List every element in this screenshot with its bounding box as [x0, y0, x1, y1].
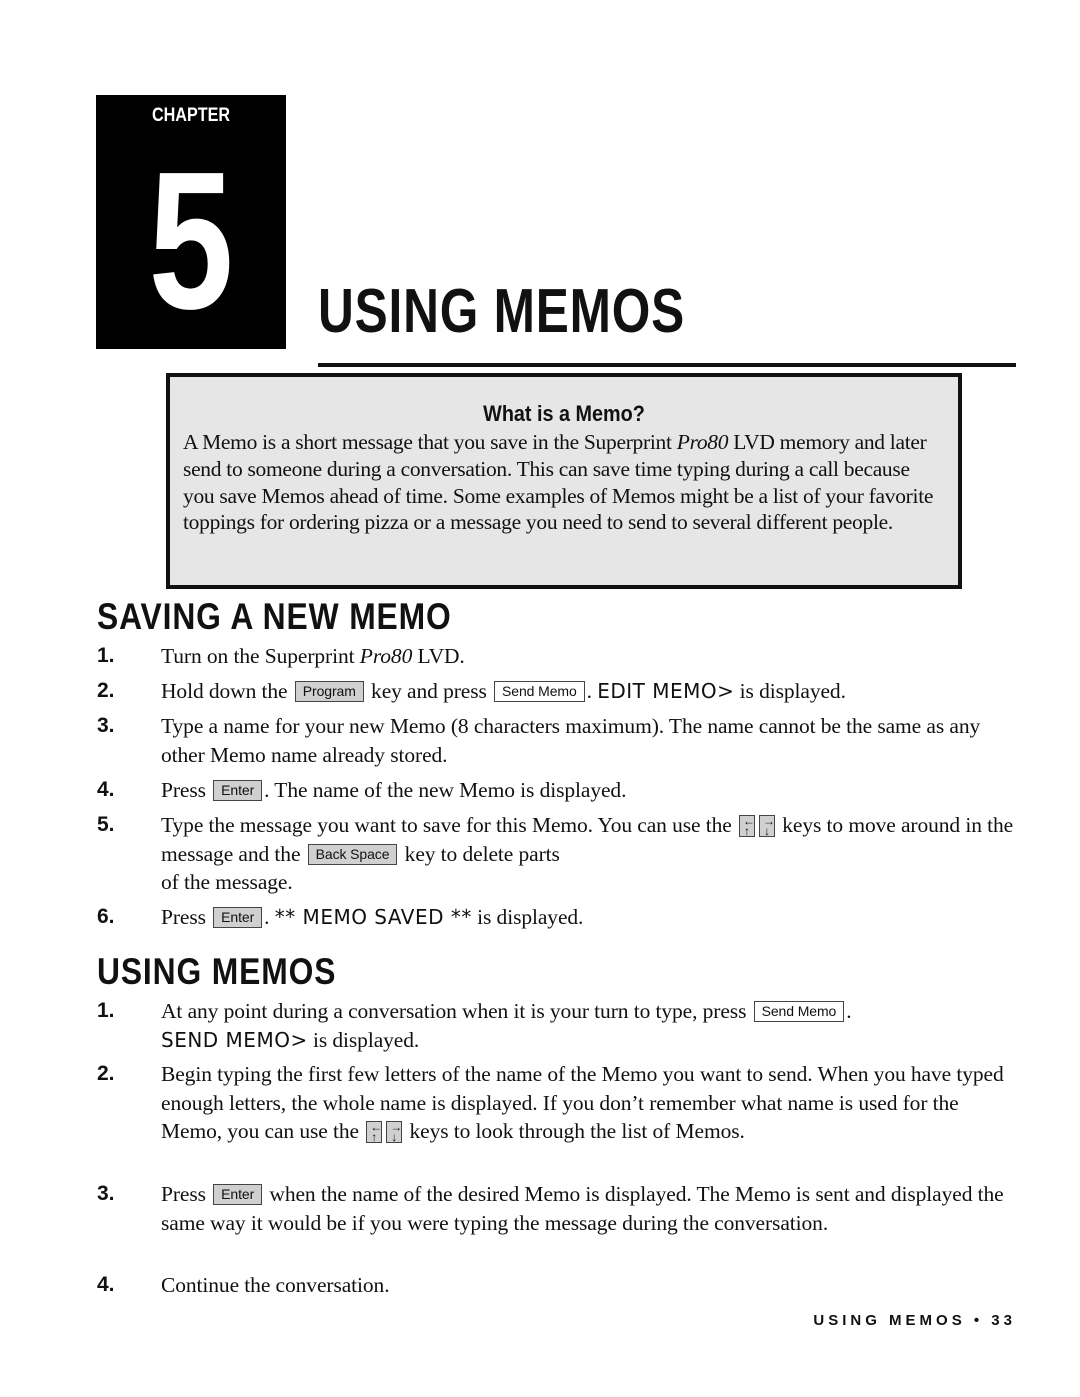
step-text: keys to look through the list of Memos.: [404, 1119, 745, 1143]
left-up-arrow-key-icon: ← ↑: [738, 815, 755, 837]
memo-box-title: What is a Memo?: [483, 401, 645, 426]
right-down-arrow-key-icon: → ↓: [386, 1121, 402, 1143]
step-number: 1.: [97, 644, 115, 667]
send-memo-key: Send Memo: [494, 681, 585, 702]
step-text: Type a name for your new Memo (8 charact…: [161, 714, 981, 767]
lcd-display-text: ** MEMO SAVED **: [274, 905, 472, 929]
step-text: Turn on the Superprint: [161, 644, 360, 668]
step-text: .: [846, 999, 852, 1023]
step-text: Press: [161, 905, 212, 929]
step-text: key and press: [365, 679, 493, 703]
step-text: Continue the conversation.: [161, 1273, 390, 1297]
step-number: 5.: [97, 813, 115, 836]
program-key: Program: [294, 681, 364, 702]
send-memo-key: Send Memo: [753, 1001, 845, 1022]
product-name: Pro80: [676, 430, 729, 454]
back-space-key: Back Space: [307, 843, 398, 865]
step-text: Press: [161, 1182, 212, 1206]
step-text: is displayed.: [307, 1027, 420, 1052]
step-number: 2.: [97, 1062, 115, 1085]
right-down-arrow-key-icon: → ↓: [758, 815, 775, 837]
step-number: 6.: [97, 905, 115, 928]
step-text: Type the message you want to save for th…: [161, 813, 737, 837]
what-is-memo-box: What is a Memo? A Memo is a short messag…: [166, 373, 962, 589]
step-text: .: [586, 679, 598, 703]
using-step-1: 1. At any point during a conversation wh…: [97, 997, 1022, 1054]
step-text: LVD.: [412, 644, 465, 668]
saving-step-4: 4. Press Enter. The name of the new Memo…: [97, 776, 1022, 805]
step-text: At any point during a conversation when …: [161, 999, 752, 1023]
step-number: 4.: [97, 1273, 115, 1296]
step-text: when the name of the desired Memo is dis…: [161, 1182, 1004, 1235]
enter-key: Enter: [213, 907, 263, 928]
chapter-title: USING MEMOS: [318, 277, 686, 346]
page-footer: USING MEMOS • 33: [813, 1312, 1016, 1329]
step-number: 3.: [97, 714, 115, 737]
enter-key: Enter: [213, 1184, 263, 1205]
title-rule: [318, 363, 1016, 367]
using-step-3: 3. Press Enter when the name of the desi…: [97, 1180, 1022, 1237]
using-step-4: 4. Continue the conversation.: [97, 1271, 1022, 1300]
step-number: 4.: [97, 778, 115, 801]
step-text: . The name of the new Memo is displayed.: [264, 778, 627, 802]
step-text: Press: [161, 778, 212, 802]
left-up-arrow-key-icon: ← ↑: [366, 1121, 382, 1143]
using-step-2: 2. Begin typing the first few letters of…: [97, 1060, 1022, 1146]
lcd-display-text: SEND MEMO>: [161, 1027, 308, 1052]
saving-step-2: 2. Hold down the Program key and press S…: [97, 677, 1022, 706]
saving-step-5: 5. Type the message you want to save for…: [97, 811, 1022, 897]
memo-box-body: A Memo is a short message that you save …: [183, 429, 943, 536]
step-number: 1.: [97, 999, 115, 1022]
step-number: 2.: [97, 679, 115, 702]
saving-step-1: 1. Turn on the Superprint Pro80 LVD.: [97, 642, 1022, 671]
step-text: is displayed.: [471, 905, 584, 929]
memo-body-text: A Memo is a short message that you save …: [183, 430, 677, 454]
saving-step-3: 3. Type a name for your new Memo (8 char…: [97, 712, 1022, 769]
chapter-block: CHAPTER 5: [96, 95, 286, 350]
step-text: .: [264, 905, 275, 929]
enter-key: Enter: [213, 780, 263, 801]
step-text: of the message.: [161, 870, 293, 894]
step-text: is displayed.: [734, 679, 846, 703]
saving-step-6: 6. Press Enter. ** MEMO SAVED ** is disp…: [97, 903, 1022, 932]
step-number: 3.: [97, 1182, 115, 1205]
chapter-label: CHAPTER: [151, 105, 231, 126]
chapter-number: 5: [148, 131, 234, 350]
step-text: Hold down the: [161, 679, 293, 703]
lcd-display-text: EDIT MEMO>: [597, 679, 735, 703]
product-name: Pro80: [359, 644, 413, 668]
section-heading-using: USING MEMOS: [97, 951, 337, 992]
section-heading-saving: SAVING A NEW MEMO: [97, 596, 452, 637]
step-text: key to delete parts: [399, 841, 560, 866]
